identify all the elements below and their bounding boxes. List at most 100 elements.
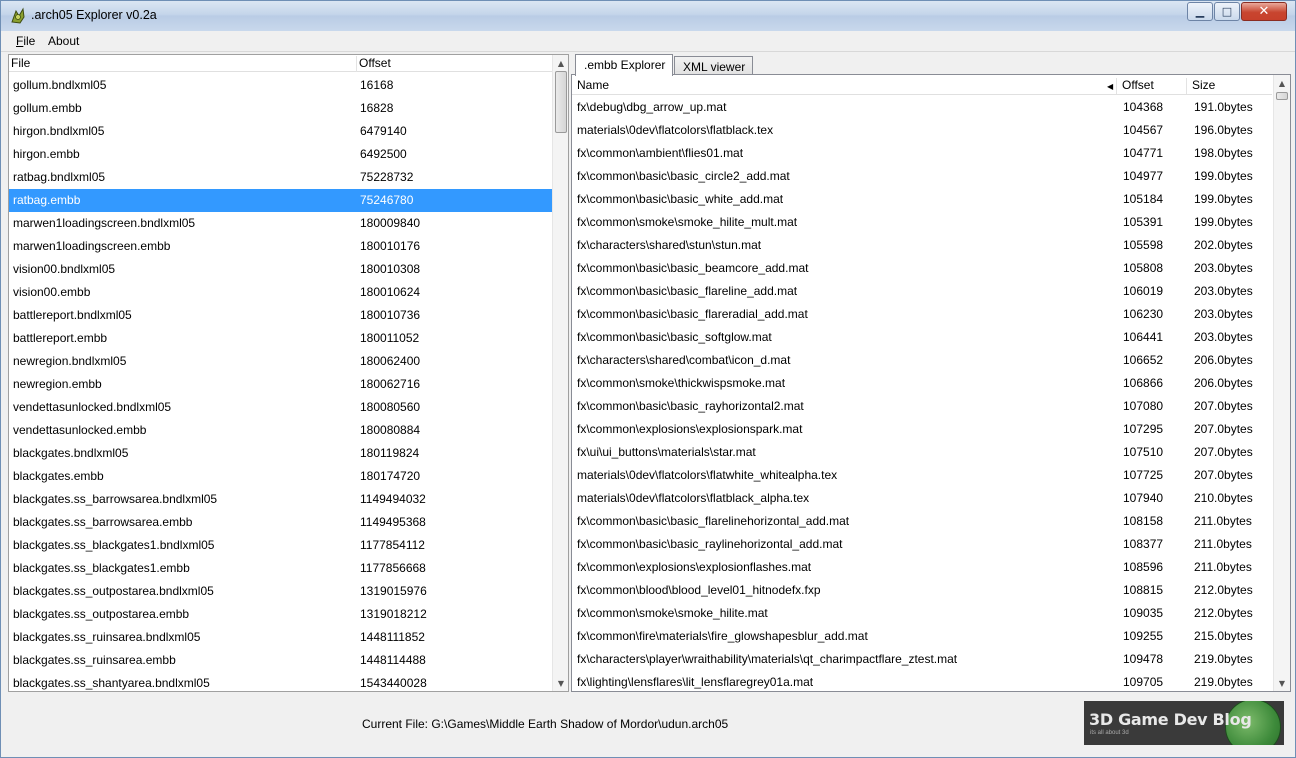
embb-list-row[interactable]: fx\common\basic\basic_raylinehorizontal_…: [572, 533, 1272, 556]
embb-list-row[interactable]: fx\characters\shared\combat\icon_d.mat 10…: [572, 349, 1272, 372]
embb-list-row[interactable]: fx\common\basic\basic_softglow.mat 106441…: [572, 326, 1272, 349]
embb-list-row[interactable]: fx\common\ambient\flies01.mat 104771 198.0…: [572, 142, 1272, 165]
embb-list-row[interactable]: fx\common\smoke\thickwispsmoke.mat 106866…: [572, 372, 1272, 395]
embb-list-row[interactable]: fx\common\smoke\smoke_hilite_mult.mat 105…: [572, 211, 1272, 234]
embb-list-row[interactable]: materials\0dev\flatcolors\flatwhite_whit…: [572, 464, 1272, 487]
file-list-row[interactable]: blackgates.embb 180174720: [9, 465, 552, 488]
embb-list-row[interactable]: fx\common\explosions\explosionflashes.ma…: [572, 556, 1272, 579]
file-offset-cell: 75228732: [360, 170, 414, 184]
embb-list-row[interactable]: fx\lighting\lensflares\lit_lensflaregrey…: [572, 671, 1272, 691]
embb-list-row[interactable]: fx\common\fire\materials\fire_glowshapes…: [572, 625, 1272, 648]
entry-offset-cell: 106652: [1123, 353, 1164, 367]
scroll-down-arrow-icon[interactable]: ▼: [553, 675, 568, 691]
scroll-up-arrow-icon[interactable]: ▲: [553, 55, 568, 71]
scroll-thumb[interactable]: [1276, 92, 1288, 100]
file-list-row[interactable]: blackgates.ss_blackgates1.embb 1177856668: [9, 557, 552, 580]
file-list-row[interactable]: newregion.bndlxml05 180062400: [9, 350, 552, 373]
embb-list-row[interactable]: fx\common\blood\blood_level01_hitnodefx.…: [572, 579, 1272, 602]
embb-list-row[interactable]: fx\common\explosions\explosionspark.mat 1…: [572, 418, 1272, 441]
column-header-file[interactable]: File: [9, 56, 357, 72]
file-list-row[interactable]: marwen1loadingscreen.embb 180010176: [9, 235, 552, 258]
menu-file[interactable]: File: [16, 34, 35, 48]
file-list-row[interactable]: ratbag.embb 75246780: [9, 189, 552, 212]
entry-offset-cell: 108596: [1123, 560, 1164, 574]
column-header-size[interactable]: Size: [1187, 78, 1272, 94]
embb-list-row[interactable]: fx\ui\ui_buttons\materials\star.mat 10751…: [572, 441, 1272, 464]
entry-name-cell: materials\0dev\flatcolors\flatblack_alph…: [577, 491, 810, 505]
file-list-row[interactable]: battlereport.bndlxml05 180010736: [9, 304, 552, 327]
entry-name-cell: fx\common\basic\basic_flarelinehorizonta…: [577, 514, 850, 528]
embb-list-row[interactable]: fx\common\smoke\smoke_hilite.mat 109035 21…: [572, 602, 1272, 625]
current-file-label: Current File: G:\Games\Middle Earth Shad…: [362, 717, 729, 731]
file-list-row[interactable]: gollum.embb 16828: [9, 97, 552, 120]
file-offset-cell: 16168: [360, 78, 394, 92]
title-bar[interactable]: .arch05 Explorer v0.2a ▁ □ ✕: [1, 1, 1295, 31]
column-header-offset[interactable]: Offset: [357, 56, 552, 72]
file-name-cell: vision00.bndlxml05: [13, 262, 116, 276]
file-list-row[interactable]: vendettasunlocked.embb 180080884: [9, 419, 552, 442]
entry-offset-cell: 107080: [1123, 399, 1164, 413]
file-list-row[interactable]: blackgates.ss_blackgates1.bndlxml05 11778…: [9, 534, 552, 557]
maximize-button[interactable]: □: [1214, 2, 1240, 21]
scroll-down-arrow-icon[interactable]: ▼: [1274, 675, 1290, 691]
scroll-thumb[interactable]: [555, 71, 567, 133]
file-name-cell: gollum.embb: [13, 101, 82, 115]
entry-name-cell: fx\common\basic\basic_rayhorizontal2.mat: [577, 399, 804, 413]
embb-list-row[interactable]: fx\debug\dbg_arrow_up.mat 104368 191.0byte…: [572, 96, 1272, 119]
embb-list-row[interactable]: fx\common\basic\basic_beamcore_add.mat 10…: [572, 257, 1272, 280]
embb-list-row[interactable]: fx\characters\shared\stun\stun.mat 105598…: [572, 234, 1272, 257]
embb-list-row[interactable]: fx\common\basic\basic_rayhorizontal2.mat…: [572, 395, 1272, 418]
file-list-row[interactable]: newregion.embb 180062716: [9, 373, 552, 396]
file-list-row[interactable]: vendettasunlocked.bndlxml05 180080560: [9, 396, 552, 419]
file-list-row[interactable]: blackgates.ss_shantyarea.bndlxml05 154344…: [9, 672, 552, 691]
file-list-row[interactable]: blackgates.ss_ruinsarea.embb 1448114488: [9, 649, 552, 672]
file-list-row[interactable]: hirgon.embb 6492500: [9, 143, 552, 166]
embb-list[interactable]: Name ◀ Offset Size fx\debug\dbg_arrow_up…: [571, 74, 1291, 692]
file-list-row[interactable]: blackgates.bndlxml05 180119824: [9, 442, 552, 465]
file-list-row[interactable]: marwen1loadingscreen.bndlxml05 180009840: [9, 212, 552, 235]
entry-name-cell: materials\0dev\flatcolors\flatblack.tex: [577, 123, 774, 137]
embb-list-row[interactable]: fx\common\basic\basic_flareradial_add.ma…: [572, 303, 1272, 326]
file-list-row[interactable]: blackgates.ss_outpostarea.embb 1319018212: [9, 603, 552, 626]
file-name-cell: hirgon.embb: [13, 147, 80, 161]
entry-offset-cell: 109255: [1123, 629, 1164, 643]
file-list-row[interactable]: ratbag.bndlxml05 75228732: [9, 166, 552, 189]
embb-list-row[interactable]: fx\common\basic\basic_circle2_add.mat 104…: [572, 165, 1272, 188]
entry-offset-cell: 109705: [1123, 675, 1164, 689]
column-header-name[interactable]: Name: [572, 78, 1117, 94]
file-list-row[interactable]: hirgon.bndlxml05 6479140: [9, 120, 552, 143]
minimize-button[interactable]: ▁: [1187, 2, 1213, 21]
embb-list-row[interactable]: fx\common\basic\basic_white_add.mat 10518…: [572, 188, 1272, 211]
file-offset-cell: 180080560: [360, 400, 421, 414]
entry-offset-cell: 104977: [1123, 169, 1164, 183]
embb-list-row[interactable]: materials\0dev\flatcolors\flatblack_alph…: [572, 487, 1272, 510]
file-list-row[interactable]: vision00.bndlxml05 180010308: [9, 258, 552, 281]
file-list-row[interactable]: gollum.bndlxml05 16168: [9, 74, 552, 97]
entry-name-cell: fx\characters\shared\combat\icon_d.mat: [577, 353, 791, 367]
file-offset-cell: 180174720: [360, 469, 421, 483]
entry-offset-cell: 108158: [1123, 514, 1164, 528]
file-list-row[interactable]: vision00.embb 180010624: [9, 281, 552, 304]
file-name-cell: vision00.embb: [13, 285, 91, 299]
embb-list-row[interactable]: fx\common\basic\basic_flareline_add.mat 1…: [572, 280, 1272, 303]
embb-list-row[interactable]: fx\common\basic\basic_flarelinehorizonta…: [572, 510, 1272, 533]
scroll-up-arrow-icon[interactable]: ▲: [1274, 75, 1290, 91]
file-list-row[interactable]: blackgates.ss_ruinsarea.bndlxml05 1448111…: [9, 626, 552, 649]
column-header-offset[interactable]: Offset: [1117, 78, 1187, 94]
entry-name-cell: fx\common\explosions\explosionflashes.ma…: [577, 560, 812, 574]
file-list-row[interactable]: blackgates.ss_outpostarea.bndlxml05 13190…: [9, 580, 552, 603]
close-button[interactable]: ✕: [1241, 2, 1287, 21]
file-list-scrollbar[interactable]: ▲ ▼: [552, 55, 568, 691]
tab-xml-viewer[interactable]: XML viewer: [674, 56, 754, 75]
tab-embb-explorer[interactable]: .embb Explorer: [575, 54, 674, 76]
file-list-row[interactable]: battlereport.embb 180011052: [9, 327, 552, 350]
file-list[interactable]: File Offset gollum.bndlxml05 16168 gollum.…: [8, 54, 569, 692]
menu-about[interactable]: About: [48, 34, 79, 48]
embb-list-scrollbar[interactable]: ▲ ▼: [1273, 75, 1290, 691]
entry-size-cell: 203.0bytes: [1194, 284, 1253, 298]
status-area: Current File: G:\Games\Middle Earth Shad…: [1, 693, 1295, 757]
file-list-row[interactable]: blackgates.ss_barrowsarea.embb 1149495368: [9, 511, 552, 534]
embb-list-row[interactable]: fx\characters\player\wraithability\mater…: [572, 648, 1272, 671]
file-list-row[interactable]: blackgates.ss_barrowsarea.bndlxml05 11494…: [9, 488, 552, 511]
embb-list-row[interactable]: materials\0dev\flatcolors\flatblack.tex 1…: [572, 119, 1272, 142]
